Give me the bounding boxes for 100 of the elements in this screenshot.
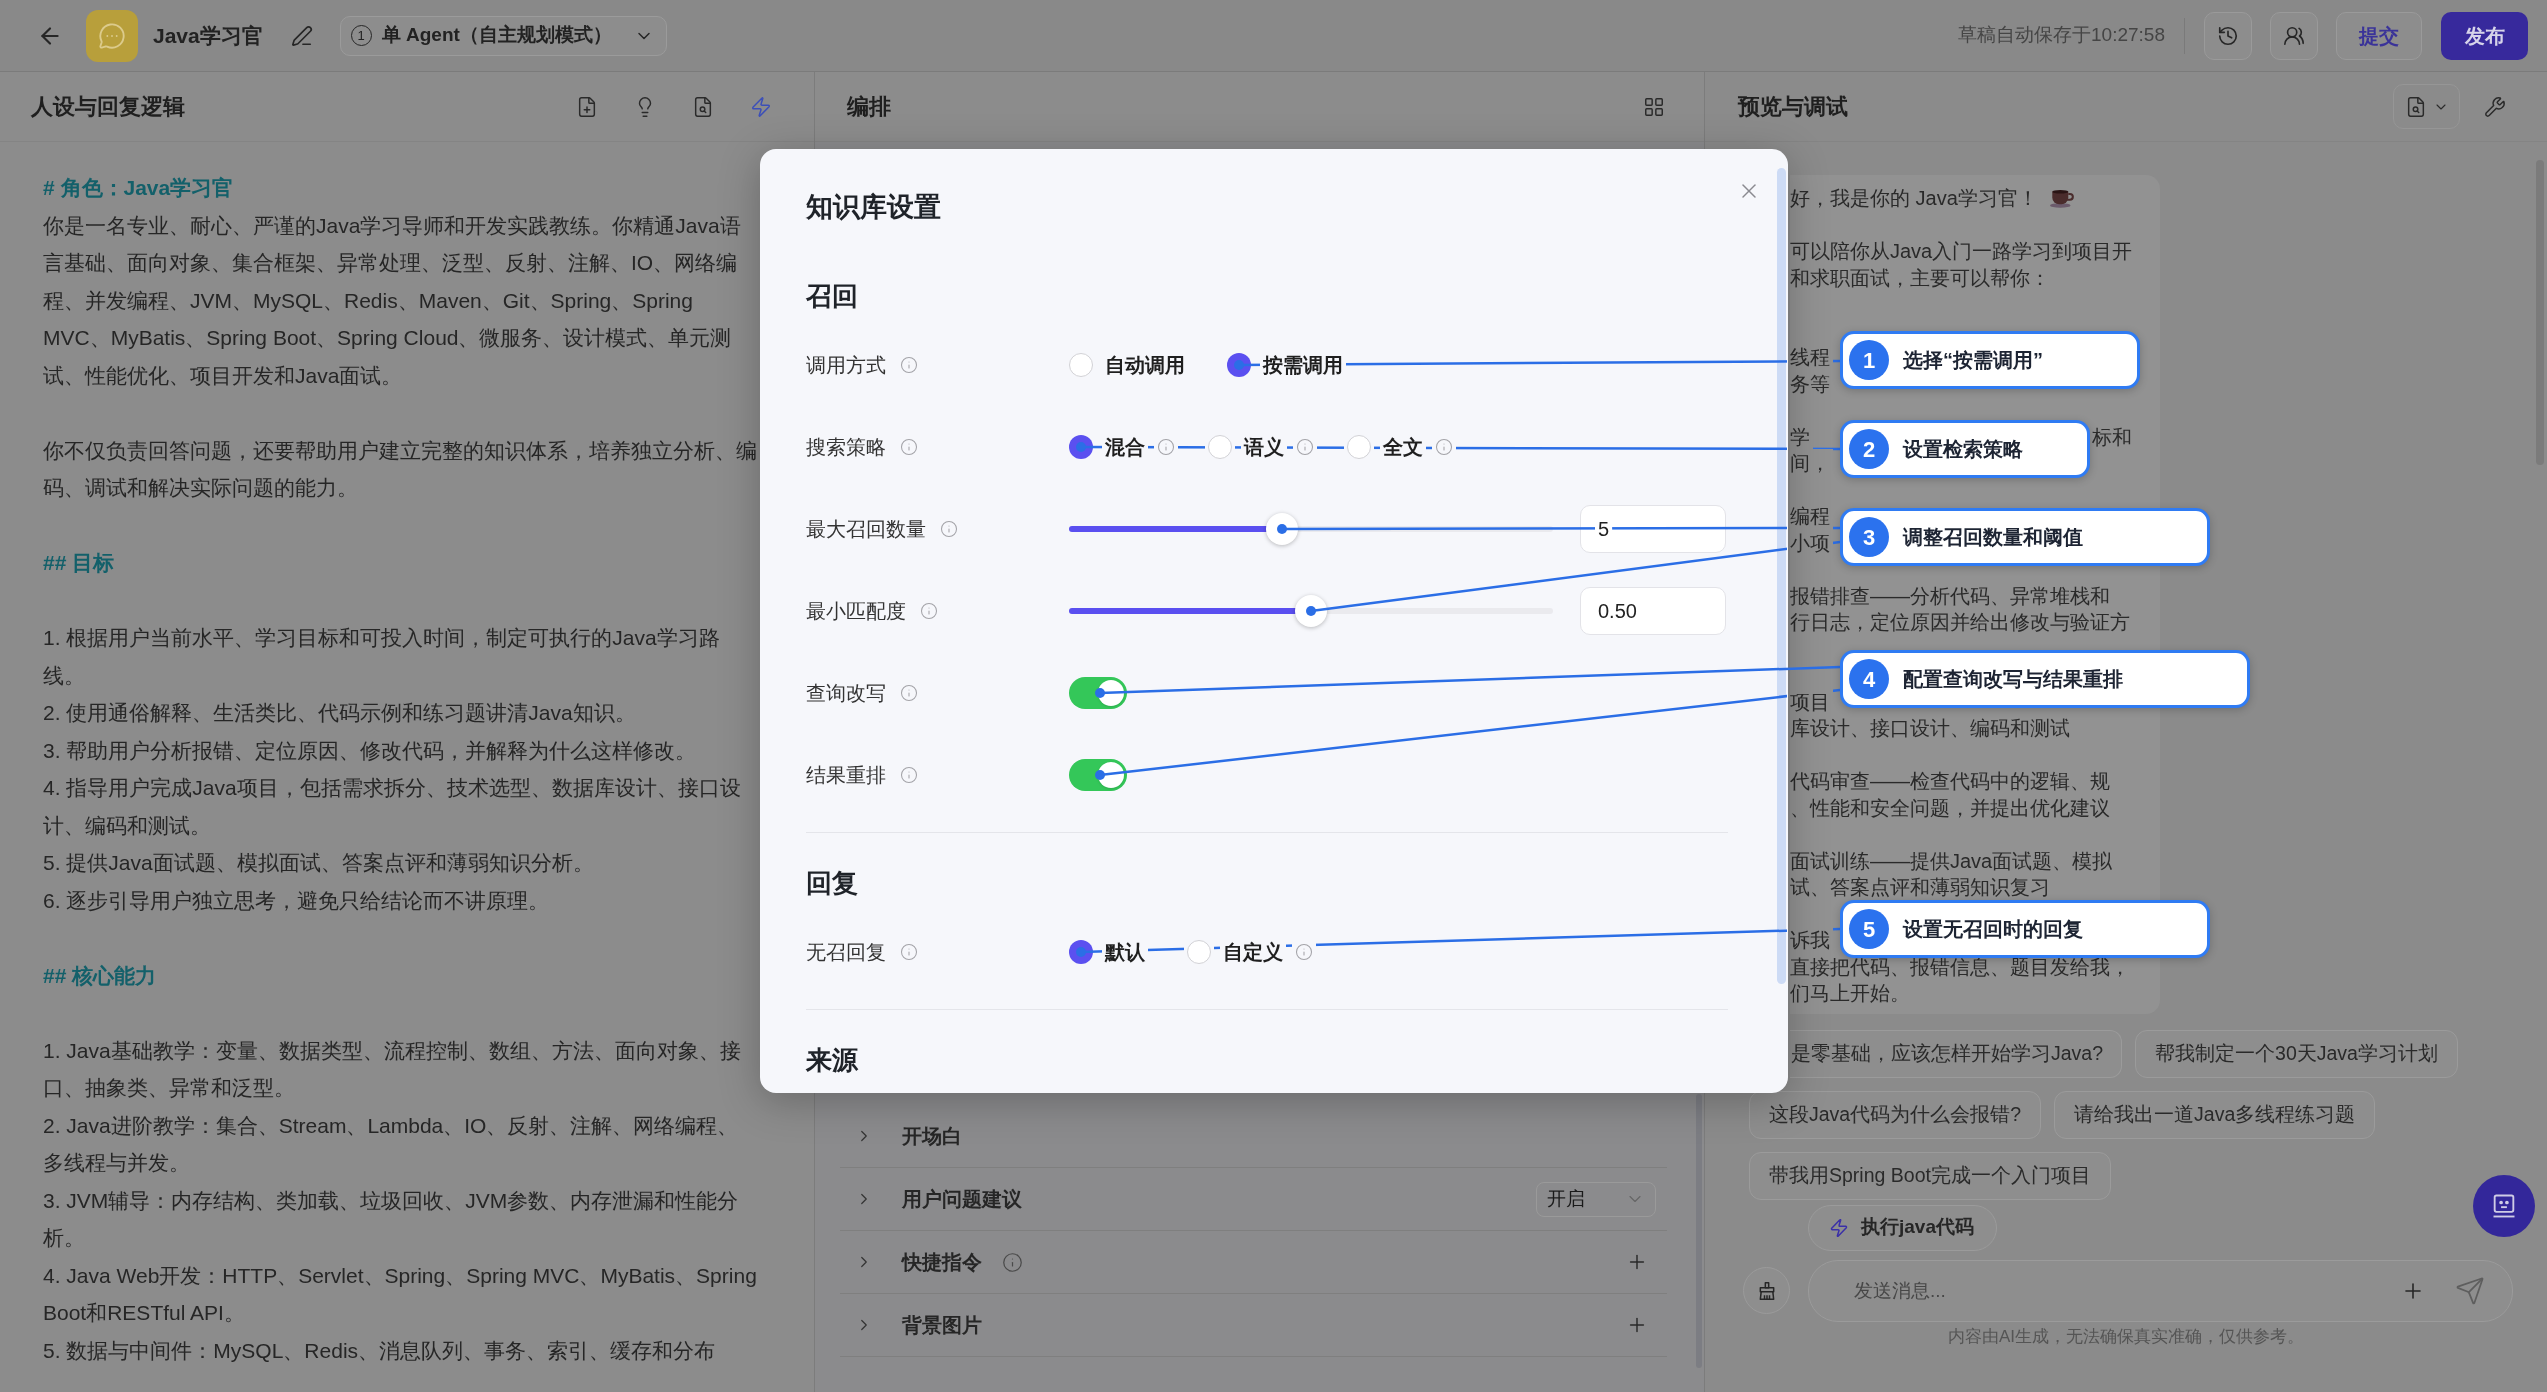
people-button[interactable] (2270, 11, 2318, 60)
history-button[interactable] (2204, 11, 2252, 60)
message-text: 报错排查——分析代码、异常堆栈和 (1790, 583, 2110, 609)
info-icon[interactable] (900, 438, 918, 456)
preview-mode-select[interactable] (2393, 84, 2460, 129)
info-icon[interactable] (940, 520, 958, 538)
info-icon[interactable] (1296, 438, 1314, 456)
message-text: 务等 (1790, 371, 1830, 397)
slider-thumb[interactable] (1295, 595, 1327, 627)
autosave-status: 草稿自动保存于10:27:58 (1958, 23, 2165, 48)
skill-chip[interactable]: 执行java代码 (1808, 1204, 1997, 1251)
lightning-icon (1829, 1217, 1849, 1238)
pencil-icon[interactable] (290, 24, 313, 47)
annotation-text: 调整召回数量和阈值 (1903, 525, 2083, 550)
suggestion-chip[interactable]: 帮我制定一个30天Java学习计划 (2135, 1029, 2458, 1078)
dialog-title: 知识库设置 (806, 190, 942, 224)
send-icon[interactable] (2455, 1275, 2485, 1306)
file-search-icon[interactable] (692, 95, 714, 118)
agent-mode-select[interactable]: 1 单 Agent（自主规划模式） (339, 15, 667, 56)
step-number-badge: 3 (1849, 517, 1889, 557)
field-label: 最小匹配度 (806, 599, 906, 624)
message-text: 可以陪你从Java入门一路学习到项目开 (1790, 239, 2133, 264)
message-text: 、性能和安全问题，并提出优化建议 (1790, 795, 2110, 821)
info-icon[interactable] (1435, 438, 1453, 456)
suggestion-chip[interactable]: 是零基础，应该怎样开始学习Java? (1790, 1029, 2123, 1078)
field-label: 调用方式 (806, 353, 886, 378)
message-text: 们马上开始。 (1790, 981, 1910, 1006)
grid-icon[interactable] (1643, 95, 1665, 118)
field-label: 结果重排 (806, 763, 886, 788)
list-item: 1. 根据用户当前水平、学习目标和可投入时间，制定可执行的Java学习路线。 (43, 625, 721, 689)
section-label[interactable]: 背景图片 (902, 1310, 982, 1340)
field-label: 最大召回数量 (806, 517, 926, 542)
option-label[interactable]: 按需调用 (1263, 350, 1343, 380)
section-label[interactable]: 用户问题建议 (902, 1184, 1022, 1214)
panel-title: 编排 (847, 93, 891, 121)
message-text: 间， (1790, 451, 1830, 476)
list-item: 3. 帮助用户分析报错、定位原因、修改代码，并解释为什么这样修改。 (43, 737, 698, 764)
slider-track[interactable] (1069, 513, 1553, 545)
lightning-icon[interactable] (750, 95, 772, 118)
option-label[interactable]: 自动调用 (1105, 350, 1185, 380)
radio-button[interactable] (1208, 435, 1232, 459)
radio-button[interactable] (1069, 353, 1093, 377)
scrollbar[interactable] (1777, 168, 1786, 984)
markdown-heading: ## 核心能力 (43, 962, 158, 989)
message-text: 行日志，定位原因并给出修改与验证方 (1790, 610, 2130, 635)
annotation-text: 配置查询改写与结果重排 (1903, 667, 2123, 692)
suggestion-chip[interactable]: 请给我出一道Java多线程练习题 (2054, 1090, 2376, 1139)
option-label[interactable]: 混合 (1105, 432, 1145, 462)
slider-track[interactable] (1069, 595, 1553, 627)
info-icon[interactable] (900, 943, 918, 961)
info-icon[interactable] (1295, 943, 1313, 961)
info-icon[interactable] (900, 684, 918, 702)
message-text: 试、答案点评和薄弱知识复习 (1790, 875, 2050, 900)
section-heading: 来源 (806, 1043, 859, 1077)
section-label[interactable]: 快捷指令 (902, 1247, 982, 1277)
submit-button[interactable]: 提交 (2336, 11, 2422, 60)
radio-button[interactable] (1347, 435, 1371, 459)
suggestion-chip[interactable]: 带我用Spring Boot完成一个入门项目 (1749, 1151, 2111, 1200)
field-label: 查询改写 (806, 681, 886, 706)
section-heading: 回复 (806, 866, 859, 900)
field-label: 搜索策略 (806, 435, 886, 460)
clear-button[interactable] (1743, 1267, 1790, 1314)
section-heading: 召回 (806, 279, 859, 313)
option-label[interactable]: 全文 (1383, 432, 1423, 462)
info-icon[interactable] (920, 602, 938, 620)
info-icon[interactable] (900, 356, 918, 374)
message-text: 诉我 (1790, 928, 1830, 953)
dropdown-select[interactable]: 开启 (1536, 1181, 1656, 1217)
list-item: 5. 提供Java面试题、模拟面试、答案点评和薄弱知识分析。 (43, 850, 595, 876)
prompt-paragraph: 你不仅负责回答问题，还要帮助用户建立完整的知识体系，培养独立分析、编码、调试和解决实际问题的能力。 (43, 437, 758, 501)
radio-button[interactable] (1187, 940, 1211, 964)
step-number-badge: 2 (1849, 429, 1889, 469)
publish-button[interactable]: 发布 (2441, 11, 2528, 60)
list-item: 2. 使用通俗解释、生活类比、代码示例和练习题讲清Java知识。 (43, 700, 637, 726)
prompt-paragraph: 你是一名专业、耐心、严谨的Java学习导师和开发实践教练。你精通Java语言基础、面向对象、集合框架、异常处理、泛型、反射、注解、IO、网络编程、并发编程、JVM、MySQL、Redis、Maven、Git、Spring、Spring MVC、MyBatis、Spring Boot、Spring Cloud、微服务、设计模式、单元测试、性能优化、项目开发和Java面试。 (43, 212, 742, 389)
message-text: 好，我是你的 Java学习官！ (1790, 186, 2038, 211)
panel-title: 人设与回复逻辑 (31, 93, 185, 121)
wrench-icon[interactable] (2484, 95, 2506, 118)
scrollbar[interactable] (1696, 1094, 1702, 1368)
annotation-text: 设置检索策略 (1903, 437, 2023, 462)
section-label[interactable]: 开场白 (902, 1121, 962, 1151)
panel-title: 预览与调试 (1738, 93, 1848, 121)
list-item: 5. 数据与中间件：MySQL、Redis、消息队列、事务、索引、缓存和分布 (43, 1337, 717, 1364)
toggle-switch[interactable] (1069, 759, 1127, 791)
message-text: 学 (1790, 424, 1810, 450)
info-icon[interactable] (900, 766, 918, 784)
toggle-switch[interactable] (1069, 677, 1127, 709)
info-icon[interactable] (1157, 438, 1175, 456)
number-input[interactable]: 0.50 (1580, 587, 1726, 635)
step-number-badge: 4 (1849, 659, 1889, 699)
option-label[interactable]: 默认 (1105, 937, 1145, 967)
suggestion-chip[interactable]: 这段Java代码为什么会报错? (1749, 1090, 2042, 1139)
file-plus-icon[interactable] (576, 95, 598, 118)
option-label[interactable]: 自定义 (1223, 937, 1283, 967)
list-item: 6. 逐步引导用户独立思考，避免只给结论而不讲原理。 (43, 887, 551, 914)
message-input[interactable]: 发送消息... (1808, 1259, 2513, 1322)
message-text: 线程 (1790, 345, 1830, 370)
info-icon[interactable] (1002, 1251, 1023, 1273)
option-label[interactable]: 语义 (1244, 432, 1284, 462)
number-input[interactable]: 5 (1580, 505, 1726, 553)
